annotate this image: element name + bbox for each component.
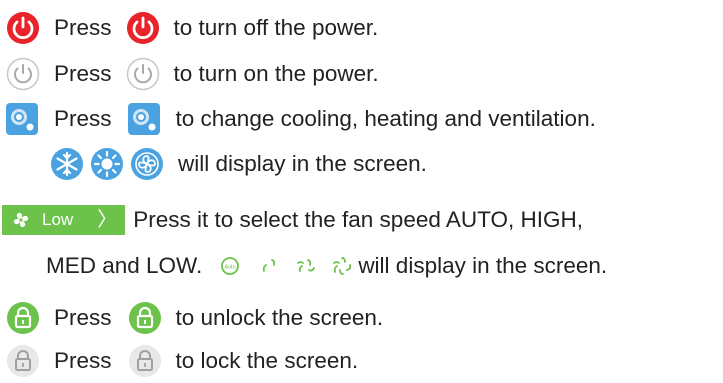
power-off-description: to turn off the power.: [173, 15, 379, 40]
power-on-icon: [126, 57, 160, 91]
press-label: Press: [54, 15, 112, 40]
sun-icon: [90, 147, 124, 181]
press-label: Press: [54, 305, 112, 330]
fan-icon: [130, 147, 164, 181]
fan-description: Press it to select the fan speed AUTO, H…: [133, 207, 583, 232]
lock-description: to lock the screen.: [175, 348, 359, 373]
chevron-right-icon: 〉: [97, 209, 118, 231]
press-label: Press: [54, 348, 112, 373]
mode-display-description: will display in the screen.: [178, 151, 427, 176]
press-label: Press: [54, 106, 112, 131]
unlock-description: to unlock the screen.: [175, 305, 384, 330]
fan-auto-label: Auto: [225, 265, 236, 271]
lock-icon[interactable]: [6, 344, 40, 378]
line-fan-display: MED and LOW. Auto will display in the sc…: [0, 246, 607, 286]
snowflake-icon: [50, 147, 84, 181]
power-on-icon[interactable]: [6, 57, 40, 91]
line-lock: Press to lock the screen.: [0, 341, 358, 381]
line-power-on: Press to turn on the power.: [0, 54, 379, 94]
power-off-icon: [126, 11, 160, 45]
mode-icon[interactable]: [6, 103, 38, 135]
fan-high-icon: [330, 254, 354, 278]
line-mode-display: will display in the screen.: [0, 144, 427, 184]
fan-speed-control[interactable]: Low 〉: [2, 205, 126, 235]
mode-description: to change cooling, heating and ventilati…: [175, 106, 596, 131]
line-power-off: Press to turn off the power.: [0, 8, 378, 48]
line-fan: Low 〉 Press it to select the fan speed A…: [0, 200, 583, 240]
power-off-icon[interactable]: [6, 11, 40, 45]
unlock-icon[interactable]: [6, 301, 40, 335]
line-unlock: Press to unlock the screen.: [0, 298, 383, 338]
fan-icon: [10, 209, 32, 231]
fan-med-icon: [294, 254, 318, 278]
fan-auto-icon: Auto: [218, 254, 242, 278]
lock-icon: [128, 344, 162, 378]
press-label: Press: [54, 61, 112, 86]
fan-display-start: MED and LOW.: [46, 253, 203, 278]
fan-speed-label: Low: [42, 210, 74, 229]
line-mode: Press to change cooling, heating and ven…: [0, 99, 596, 139]
mode-icon: [127, 103, 160, 135]
fan-low-icon: [258, 254, 282, 278]
power-on-description: to turn on the power.: [173, 61, 379, 86]
unlock-icon: [128, 301, 162, 335]
fan-display-end: will display in the screen.: [358, 253, 608, 278]
